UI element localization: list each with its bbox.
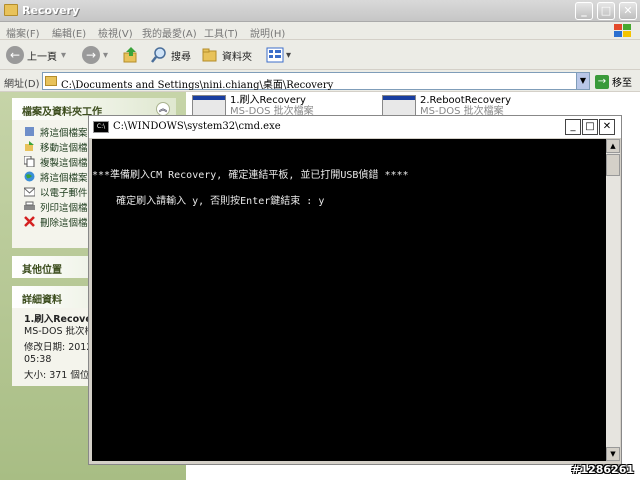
- window-title: Recovery: [22, 4, 80, 17]
- address-bar: 網址(D) C:\Documents and Settings\nini.chi…: [0, 70, 640, 92]
- explorer-titlebar[interactable]: Recovery _ □ ✕: [0, 0, 640, 22]
- menu-file[interactable]: 檔案(F): [6, 25, 40, 40]
- console-output[interactable]: ***準備刷入CM Recovery, 確定連結平板, 並已打開USB偵錯 **…: [92, 139, 606, 461]
- search-icon: [151, 47, 166, 63]
- console-line: 確定刷入請輸入 y, 否則按Enter鍵結束 : y: [92, 196, 325, 207]
- up-folder-button[interactable]: [122, 46, 140, 64]
- chevron-down-icon: ▾: [286, 49, 292, 61]
- search-button[interactable]: 搜尋: [150, 46, 191, 64]
- cmd-minimize-button[interactable]: _: [565, 119, 581, 135]
- cmd-close-button[interactable]: ✕: [599, 119, 615, 135]
- address-path: C:\Documents and Settings\nini.chiang\桌面…: [61, 80, 334, 91]
- menu-favorites[interactable]: 我的最愛(A): [142, 25, 197, 40]
- email-icon: [24, 187, 35, 197]
- menu-view[interactable]: 檢視(V): [98, 25, 133, 40]
- windows-logo-icon: [614, 24, 631, 37]
- menu-edit[interactable]: 編輯(E): [52, 25, 86, 40]
- scroll-down-icon[interactable]: ▼: [606, 447, 620, 461]
- back-button[interactable]: ← 上一頁 ▾: [6, 46, 66, 64]
- maximize-button[interactable]: □: [597, 2, 615, 20]
- console-line: ***準備刷入CM Recovery, 確定連結平板, 並已打開USB偵錯 **…: [92, 170, 409, 181]
- cmd-icon: C:\: [93, 121, 109, 133]
- delete-icon: [24, 216, 35, 227]
- chevron-down-icon: ▾: [61, 49, 67, 61]
- scroll-thumb[interactable]: [606, 154, 620, 176]
- cmd-window[interactable]: C:\ C:\WINDOWS\system32\cmd.exe _ □ ✕ **…: [88, 115, 622, 465]
- address-dropdown-button[interactable]: ▼: [576, 72, 590, 90]
- up-folder-icon: [123, 47, 137, 63]
- cmd-title: C:\WINDOWS\system32\cmd.exe: [113, 121, 281, 132]
- views-icon: [266, 47, 284, 63]
- minimize-button[interactable]: _: [575, 2, 593, 20]
- forward-button[interactable]: → ▾: [82, 46, 108, 64]
- menu-help[interactable]: 說明(H): [250, 25, 285, 40]
- folder-icon: [4, 4, 18, 16]
- scroll-up-icon[interactable]: ▲: [606, 139, 620, 153]
- cmd-titlebar[interactable]: C:\ C:\WINDOWS\system32\cmd.exe _ □ ✕: [89, 116, 621, 138]
- printer-icon: [24, 201, 35, 210]
- go-button[interactable]: → 移至: [595, 74, 632, 89]
- close-button[interactable]: ✕: [619, 2, 637, 20]
- forward-arrow-icon: →: [82, 46, 100, 64]
- collapse-icon[interactable]: ︽: [156, 102, 170, 116]
- folders-icon: [202, 48, 217, 62]
- address-label: 網址(D): [4, 79, 40, 90]
- folders-button[interactable]: 資料夾: [201, 46, 252, 64]
- copy-icon: [24, 156, 35, 167]
- cmd-maximize-button[interactable]: □: [582, 119, 598, 135]
- menu-bar: 檔案(F) 編輯(E) 檢視(V) 我的最愛(A) 工具(T) 說明(H): [0, 22, 640, 40]
- globe-icon: [24, 171, 35, 182]
- watermark: #1286261: [571, 463, 634, 476]
- address-input[interactable]: C:\Documents and Settings\nini.chiang\桌面…: [42, 72, 590, 91]
- chevron-down-icon: ▾: [103, 49, 109, 61]
- rename-icon: [25, 127, 34, 136]
- back-arrow-icon: ←: [6, 46, 24, 64]
- cmd-scrollbar[interactable]: ▲ ▼: [606, 139, 620, 461]
- go-arrow-icon: →: [595, 74, 609, 89]
- toolbar: ← 上一頁 ▾ → ▾ 搜尋 資料夾 ▾: [0, 40, 640, 70]
- menu-tools[interactable]: 工具(T): [204, 25, 238, 40]
- folder-icon: [45, 76, 57, 86]
- move-icon: [25, 141, 34, 151]
- views-button[interactable]: ▾: [266, 46, 291, 64]
